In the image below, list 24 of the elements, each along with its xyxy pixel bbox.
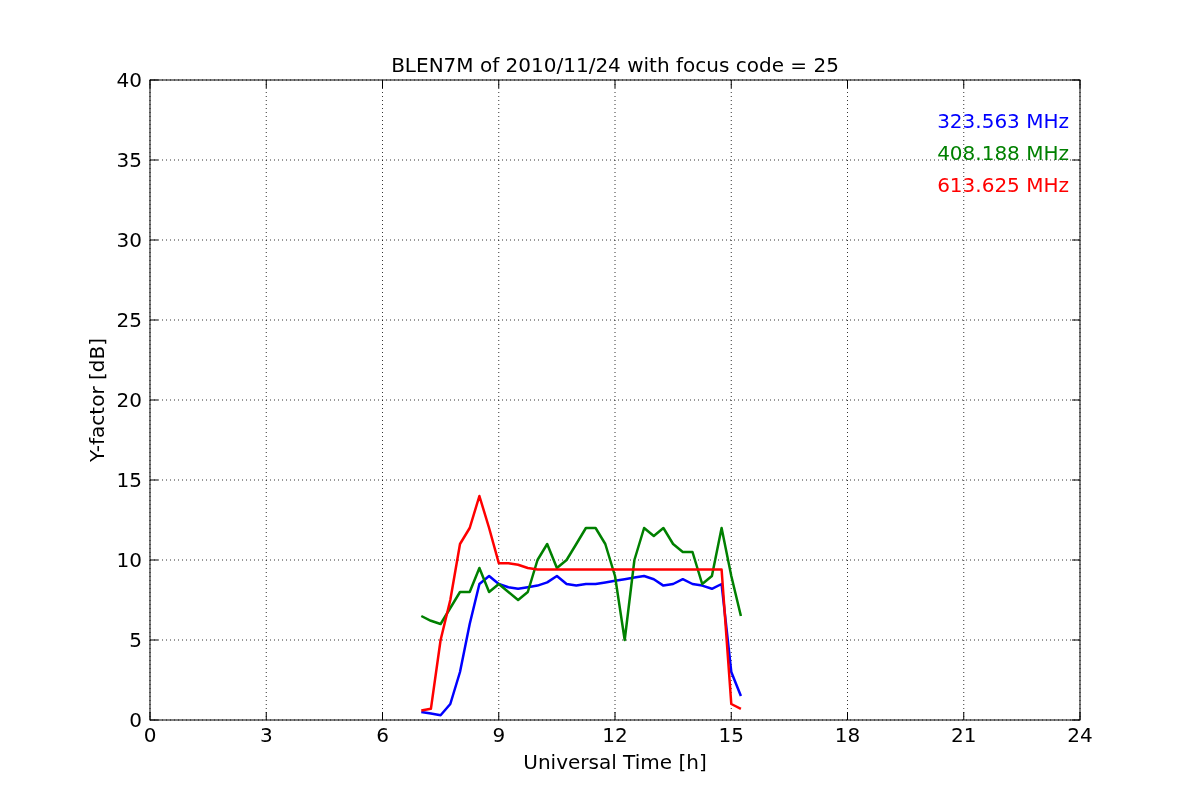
x-tick-label: 15 xyxy=(718,723,744,747)
y-tick-label: 40 xyxy=(116,68,142,92)
x-tick-label: 6 xyxy=(376,723,389,747)
x-tick-label: 9 xyxy=(492,723,506,747)
y-tick-label: 35 xyxy=(116,148,142,172)
x-tick-label: 3 xyxy=(259,723,273,747)
y-tick-label: 5 xyxy=(129,628,142,652)
x-tick-label: 0 xyxy=(143,723,157,747)
legend-label: 613.625 MHz xyxy=(937,173,1069,197)
chart-title: BLEN7M of 2010/11/24 with focus code = 25 xyxy=(391,53,839,77)
x-tick-label: 21 xyxy=(951,723,977,747)
y-tick-label: 15 xyxy=(116,468,142,492)
legend-label: 408.188 MHz xyxy=(937,141,1069,165)
x-tick-label: 18 xyxy=(834,723,861,747)
x-tick-label: 12 xyxy=(602,723,628,747)
x-axis-label: Universal Time [h] xyxy=(523,750,707,774)
legend-label: 323.563 MHz xyxy=(937,109,1069,133)
y-tick-label: 20 xyxy=(116,388,142,412)
y-axis-label: Y-factor [dB] xyxy=(85,338,109,462)
y-tick-label: 0 xyxy=(129,708,142,732)
x-tick-label: 24 xyxy=(1067,723,1093,747)
y-tick-label: 25 xyxy=(116,308,142,332)
y-tick-label: 10 xyxy=(116,548,142,572)
y-tick-label: 30 xyxy=(116,228,142,252)
